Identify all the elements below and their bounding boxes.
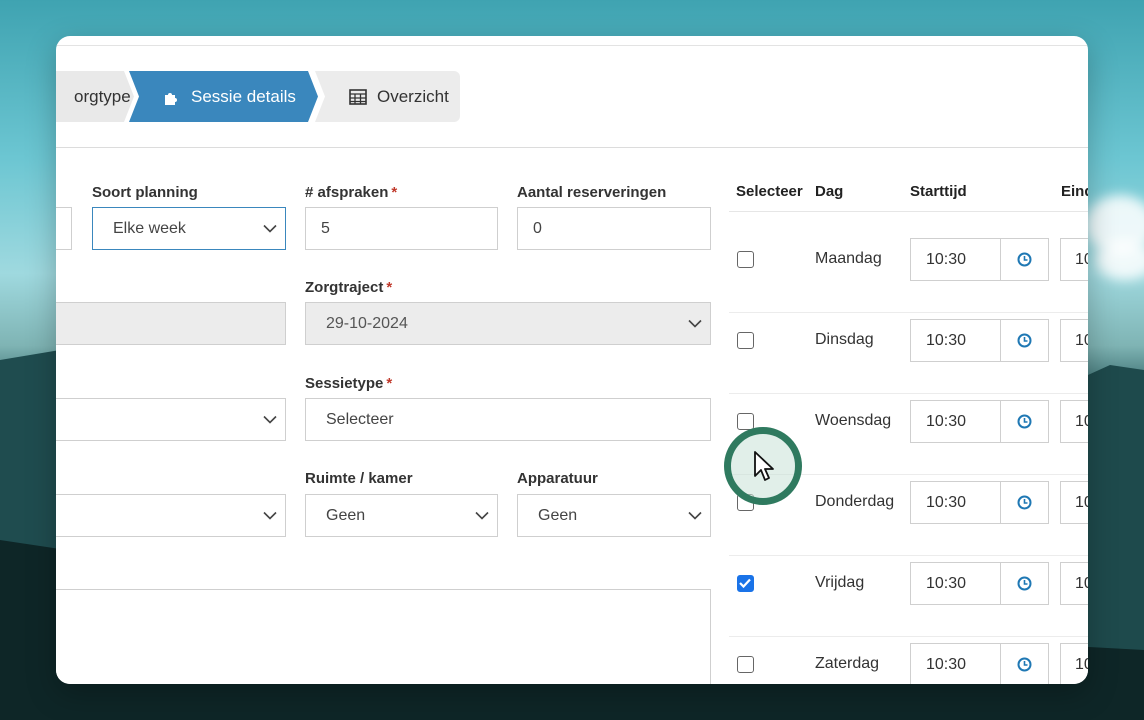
end-time-input[interactable]: 10: [1060, 481, 1088, 524]
step-sessie-details[interactable]: Sessie details: [129, 71, 318, 122]
zorgtraject-value: 29-10-2024: [326, 314, 408, 332]
clock-icon: [1017, 414, 1032, 429]
reserveringen-input[interactable]: 0: [517, 207, 711, 250]
row-divider: [729, 555, 1088, 556]
row-checkbox[interactable]: [737, 413, 754, 430]
check-icon: [739, 578, 751, 589]
start-time-picker[interactable]: [1001, 643, 1049, 684]
start-time-picker[interactable]: [1001, 562, 1049, 605]
row-checkbox[interactable]: [737, 575, 754, 592]
step-label: Sessie details: [191, 86, 296, 106]
row-divider: [729, 393, 1088, 394]
zorgtraject-select[interactable]: 29-10-2024: [305, 302, 711, 345]
column-header-start: Starttijd: [910, 183, 967, 200]
afspraken-value: 5: [321, 219, 330, 237]
cut-off-select[interactable]: [56, 398, 286, 441]
zorgtraject-label: Zorgtraject *: [305, 279, 392, 296]
table-icon: [349, 88, 367, 105]
afspraken-input[interactable]: 5: [305, 207, 498, 250]
zorgtraject-label-text: Zorgtraject: [305, 279, 384, 296]
clock-icon: [1017, 657, 1032, 672]
mouse-pointer-icon: [754, 451, 774, 481]
clock-icon: [1017, 495, 1032, 510]
ruimte-label: Ruimte / kamer: [305, 470, 413, 487]
day-label: Woensdag: [815, 412, 892, 429]
soort-planning-label: Soort planning: [92, 184, 198, 201]
ruimte-select[interactable]: Geen: [305, 494, 498, 537]
chevron-down-icon: [263, 511, 277, 520]
column-header-select: Selecteer: [736, 183, 803, 200]
end-time-input[interactable]: 10: [1060, 400, 1088, 443]
sessietype-select[interactable]: Selecteer: [305, 398, 711, 441]
soort-planning-value: Elke week: [113, 219, 186, 237]
reserveringen-value: 0: [533, 219, 542, 237]
start-time-picker[interactable]: [1001, 400, 1049, 443]
top-divider: [56, 45, 1088, 46]
apparatuur-select[interactable]: Geen: [517, 494, 711, 537]
start-time-input[interactable]: 10:30: [910, 562, 1001, 605]
cut-off-field[interactable]: [56, 207, 72, 250]
step-label: Overzicht: [377, 86, 449, 106]
clock-icon: [1017, 576, 1032, 591]
row-divider: [729, 312, 1088, 313]
start-time-input[interactable]: 10:30: [910, 238, 1001, 281]
end-time-input[interactable]: 10: [1060, 319, 1088, 362]
row-checkbox[interactable]: [737, 251, 754, 268]
required-marker: *: [386, 279, 393, 296]
chevron-down-icon: [688, 319, 702, 328]
row-checkbox[interactable]: [737, 656, 754, 673]
start-time-input[interactable]: 10:30: [910, 481, 1001, 524]
start-time-input[interactable]: 10:30: [910, 319, 1001, 362]
end-time-input[interactable]: 10: [1060, 562, 1088, 605]
sessietype-value: Selecteer: [326, 410, 394, 428]
apparatuur-value: Geen: [538, 506, 578, 524]
day-label: Vrijdag: [815, 574, 865, 591]
start-time-picker[interactable]: [1001, 481, 1049, 524]
afspraken-label: # afspraken *: [305, 184, 397, 201]
end-time-input[interactable]: 10: [1060, 238, 1088, 281]
sessietype-label: Sessietype *: [305, 375, 392, 392]
cloud: [1095, 240, 1144, 280]
apparatuur-label: Apparatuur: [517, 470, 598, 487]
column-header-day: Dag: [815, 183, 844, 200]
sessietype-label-text: Sessietype: [305, 375, 384, 392]
required-marker: *: [386, 375, 393, 392]
start-time-picker[interactable]: [1001, 319, 1049, 362]
column-header-end: Eind: [1061, 183, 1088, 200]
cut-off-disabled-field: [56, 302, 286, 345]
step-zorgtype[interactable]: orgtype: [56, 71, 134, 122]
header-divider: [56, 147, 1088, 148]
table-header-divider: [729, 211, 1088, 212]
start-time-input[interactable]: 10:30: [910, 400, 1001, 443]
clock-icon: [1017, 333, 1032, 348]
app-window: orgtype Sessie details Overzicht Soort p…: [56, 36, 1088, 684]
cut-off-select[interactable]: [56, 494, 286, 537]
step-overzicht[interactable]: Overzicht: [315, 71, 460, 122]
day-label: Donderdag: [815, 493, 895, 510]
afspraken-label-text: # afspraken: [305, 184, 389, 201]
day-label: Dinsdag: [815, 331, 874, 348]
start-time-input[interactable]: 10:30: [910, 643, 1001, 684]
chevron-down-icon: [475, 511, 489, 520]
day-label: Maandag: [815, 250, 882, 267]
soort-planning-select[interactable]: Elke week: [92, 207, 286, 250]
start-time-picker[interactable]: [1001, 238, 1049, 281]
notes-textarea[interactable]: [56, 589, 711, 684]
chevron-down-icon: [263, 224, 277, 233]
clock-icon: [1017, 252, 1032, 267]
ruimte-value: Geen: [326, 506, 366, 524]
chevron-down-icon: [263, 415, 277, 424]
required-marker: *: [391, 184, 398, 201]
row-divider: [729, 636, 1088, 637]
end-time-input[interactable]: 10: [1060, 643, 1088, 684]
puzzle-icon: [163, 88, 181, 106]
day-label: Zaterdag: [815, 655, 880, 672]
chevron-down-icon: [688, 511, 702, 520]
reserveringen-label: Aantal reserveringen: [517, 184, 667, 201]
step-label: orgtype: [74, 86, 131, 106]
row-checkbox[interactable]: [737, 332, 754, 349]
